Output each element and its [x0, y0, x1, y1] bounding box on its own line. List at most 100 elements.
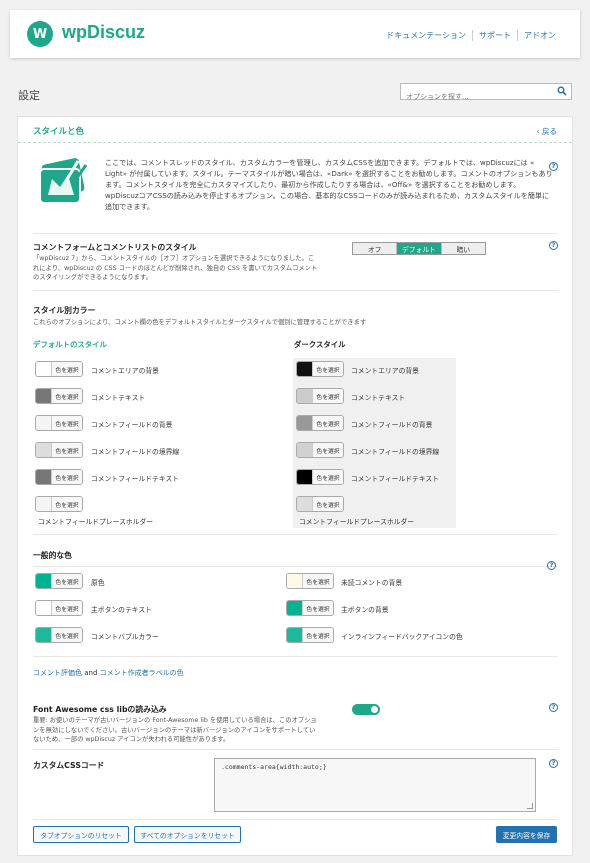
color-swatch: [297, 470, 312, 484]
color-swatch: [287, 574, 302, 588]
color-picker-button[interactable]: 色を選択: [296, 469, 344, 485]
help-icon[interactable]: ?: [549, 759, 558, 768]
divider: [33, 534, 558, 535]
color-picker-label: 色を選択: [312, 443, 343, 457]
color-swatch: [36, 416, 51, 430]
color-swatch: [287, 601, 302, 615]
comment-rating-color-link[interactable]: コメント評価色: [33, 669, 82, 677]
color-picker-button[interactable]: 色を選択: [286, 627, 334, 643]
rating-color-links: コメント評価色 and コメント作成者ラベルの色: [33, 668, 184, 678]
top-bar: W wpDiscuz ドキュメンテーション サポート アドオン: [10, 10, 580, 58]
top-nav: ドキュメンテーション サポート アドオン: [380, 30, 562, 41]
help-icon[interactable]: ?: [549, 241, 558, 250]
palette-icon: [39, 158, 88, 204]
color-picker-button[interactable]: 色を選択: [286, 600, 334, 616]
color-picker-button[interactable]: 色を選択: [35, 361, 83, 377]
color-swatch: [36, 497, 51, 511]
and-text: and: [84, 669, 98, 677]
nav-documentation-link[interactable]: ドキュメンテーション: [380, 30, 472, 41]
color-option-label: インラインフィードバックアイコンの色: [341, 633, 463, 641]
help-icon[interactable]: ?: [549, 703, 558, 712]
resize-handle[interactable]: [527, 803, 533, 809]
color-swatch: [297, 362, 312, 376]
custom-css-title: カスタムCSSコード: [33, 761, 105, 770]
color-picker-button[interactable]: 色を選択: [296, 496, 344, 512]
color-option-label: コメントフィールドプレースホルダー: [38, 518, 154, 526]
style-option-off[interactable]: オフ: [353, 243, 398, 254]
panel-header: スタイルと色 ‹ 戻る: [18, 117, 572, 143]
color-picker-label: 色を選択: [312, 389, 343, 403]
color-picker-label: 色を選択: [302, 601, 333, 615]
color-swatch: [36, 443, 51, 457]
color-picker-button[interactable]: 色を選択: [35, 469, 83, 485]
author-label-color-link[interactable]: コメント作成者ラベルの色: [100, 669, 184, 677]
nav-addons-link[interactable]: アドオン: [517, 30, 562, 41]
custom-css-value: .comments-area{width:auto;}: [221, 763, 327, 771]
reset-all-button[interactable]: すべてのオプションをリセット: [134, 826, 241, 843]
color-picker-label: 色を選択: [51, 574, 82, 588]
color-picker-label: 色を選択: [51, 601, 82, 615]
style-option-dark[interactable]: 暗い: [441, 243, 485, 254]
divider: [33, 233, 558, 234]
reset-tab-button[interactable]: タブオプションのリセット: [33, 826, 129, 843]
default-style-title: デフォルトのスタイル: [33, 340, 107, 349]
styles-panel: スタイルと色 ‹ 戻る ここでは、コメントスレッドのスタイル、カスタムカラーを管…: [17, 116, 573, 856]
color-option-label: コメントフィールドの背景: [91, 421, 173, 429]
color-option-label: コメントフィールドの背景: [351, 421, 433, 429]
color-picker-label: 色を選択: [312, 362, 343, 376]
intro-text: ここでは、コメントスレッドのスタイル、カスタムカラーを管理し、カスタムCSSを追…: [105, 158, 553, 211]
style-colors-title: スタイル別カラー: [33, 306, 96, 315]
divider: [33, 819, 558, 820]
color-swatch: [36, 601, 51, 615]
color-picker-label: 色を選択: [312, 416, 343, 430]
font-awesome-toggle[interactable]: [352, 704, 380, 715]
color-option-label: コメントフィールドの境界線: [91, 448, 180, 456]
color-option-label: コメントフィールドの境界線: [351, 448, 440, 456]
color-swatch: [36, 389, 51, 403]
divider: [33, 656, 558, 657]
dark-style-title: ダークスタイル: [294, 340, 346, 349]
color-picker-button[interactable]: 色を選択: [35, 573, 83, 589]
color-picker-button[interactable]: 色を選択: [35, 388, 83, 404]
color-picker-button[interactable]: 色を選択: [35, 627, 83, 643]
color-picker-label: 色を選択: [302, 628, 333, 642]
color-picker-label: 色を選択: [312, 497, 343, 511]
color-picker-button[interactable]: 色を選択: [35, 442, 83, 458]
color-picker-button[interactable]: 色を選択: [296, 442, 344, 458]
save-button[interactable]: 変更内容を保存: [496, 826, 557, 843]
color-option-label: 未読コメントの背景: [341, 579, 403, 587]
color-picker-button[interactable]: 色を選択: [35, 415, 83, 431]
search-icon[interactable]: [557, 86, 567, 96]
color-picker-button[interactable]: 色を選択: [286, 573, 334, 589]
back-label: 戻る: [542, 127, 557, 136]
color-swatch: [36, 574, 51, 588]
help-icon[interactable]: ?: [549, 162, 558, 171]
color-picker-label: 色を選択: [51, 416, 82, 430]
color-option-label: 原色: [91, 579, 105, 587]
color-picker-button[interactable]: 色を選択: [35, 496, 83, 512]
color-picker-button[interactable]: 色を選択: [296, 361, 344, 377]
color-swatch: [36, 362, 51, 376]
color-picker-label: 色を選択: [51, 362, 82, 376]
custom-css-textarea[interactable]: .comments-area{width:auto;}: [214, 758, 536, 812]
color-picker-button[interactable]: 色を選択: [35, 600, 83, 616]
general-colors-title: 一般的な色: [33, 551, 72, 560]
color-picker-button[interactable]: 色を選択: [296, 415, 344, 431]
color-picker-label: 色を選択: [51, 470, 82, 484]
divider: [33, 290, 558, 291]
search-input[interactable]: [401, 89, 551, 105]
color-swatch: [297, 416, 312, 430]
color-picker-label: 色を選択: [51, 443, 82, 457]
style-colors-desc: これらのオプションにより、コメント欄の色をデフォルトスタイルとダークスタイルで個…: [33, 319, 367, 326]
color-picker-button[interactable]: 色を選択: [296, 388, 344, 404]
style-option-default[interactable]: デフォルト: [397, 243, 442, 254]
back-link[interactable]: ‹ 戻る: [537, 126, 557, 137]
color-swatch: [287, 628, 302, 642]
color-option-label: コメントフィールドテキスト: [351, 475, 440, 483]
help-icon[interactable]: ?: [547, 561, 556, 570]
color-option-label: コメントバブルカラー: [91, 633, 159, 641]
color-swatch: [297, 389, 312, 403]
nav-support-link[interactable]: サポート: [472, 30, 517, 41]
toggle-knob: [371, 706, 378, 713]
page-title: 設定: [18, 89, 40, 102]
